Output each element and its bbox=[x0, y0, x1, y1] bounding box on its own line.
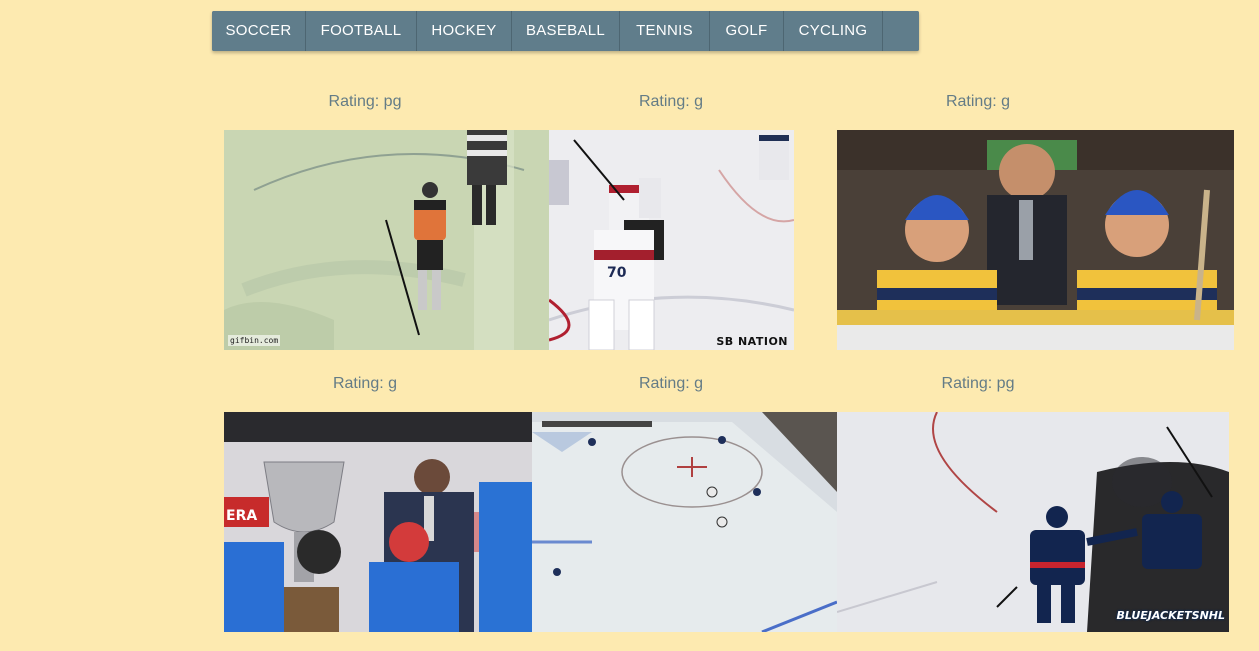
hockey-gif-5-image bbox=[532, 412, 837, 632]
sbnation-watermark: SB NATION bbox=[716, 335, 788, 348]
bluejackets-watermark: BLUEJACKETSNHL bbox=[1116, 609, 1225, 622]
hockey-gif-2[interactable]: 70 SB NATION bbox=[549, 130, 794, 350]
nav-tennis-button[interactable]: TENNIS bbox=[620, 11, 710, 51]
hockey-gif-1[interactable]: gifbin.com bbox=[224, 130, 549, 350]
hockey-gif-2-image: 70 bbox=[549, 130, 794, 350]
gif-rating-label: Rating: g bbox=[332, 375, 398, 392]
hockey-gif-5[interactable] bbox=[532, 412, 837, 632]
gif-rating-label: Rating: g bbox=[638, 375, 704, 392]
hockey-gif-4-image: ERA bbox=[224, 412, 532, 632]
hockey-gif-3-image bbox=[837, 130, 1234, 350]
svg-text:70: 70 bbox=[607, 265, 627, 281]
hockey-gif-3[interactable] bbox=[837, 130, 1234, 350]
nav-baseball-button[interactable]: BASEBALL bbox=[512, 11, 620, 51]
hockey-gif-6-image bbox=[837, 412, 1229, 632]
gif-rating-label: Rating: pg bbox=[941, 375, 1015, 392]
nav-soccer-button[interactable]: SOCCER bbox=[212, 11, 306, 51]
hockey-gif-1-image bbox=[224, 130, 549, 350]
gif-rating-label: Rating: g bbox=[638, 93, 704, 110]
nav-more-button[interactable] bbox=[883, 11, 919, 51]
svg-text:ERA: ERA bbox=[226, 508, 257, 524]
nav-football-button[interactable]: FOOTBALL bbox=[306, 11, 417, 51]
gifbin-watermark: gifbin.com bbox=[228, 335, 281, 346]
hockey-gif-4[interactable]: ERA bbox=[224, 412, 532, 632]
nav-cycling-button[interactable]: CYCLING bbox=[784, 11, 883, 51]
nav-hockey-button[interactable]: HOCKEY bbox=[417, 11, 512, 51]
sport-nav-bar: SOCCER FOOTBALL HOCKEY BASEBALL TENNIS G… bbox=[212, 11, 919, 51]
hockey-gif-6[interactable]: BLUEJACKETSNHL bbox=[837, 412, 1229, 632]
nav-golf-button[interactable]: GOLF bbox=[710, 11, 784, 51]
gif-rating-label: Rating: g bbox=[945, 93, 1011, 110]
gif-rating-label: Rating: pg bbox=[328, 93, 402, 110]
